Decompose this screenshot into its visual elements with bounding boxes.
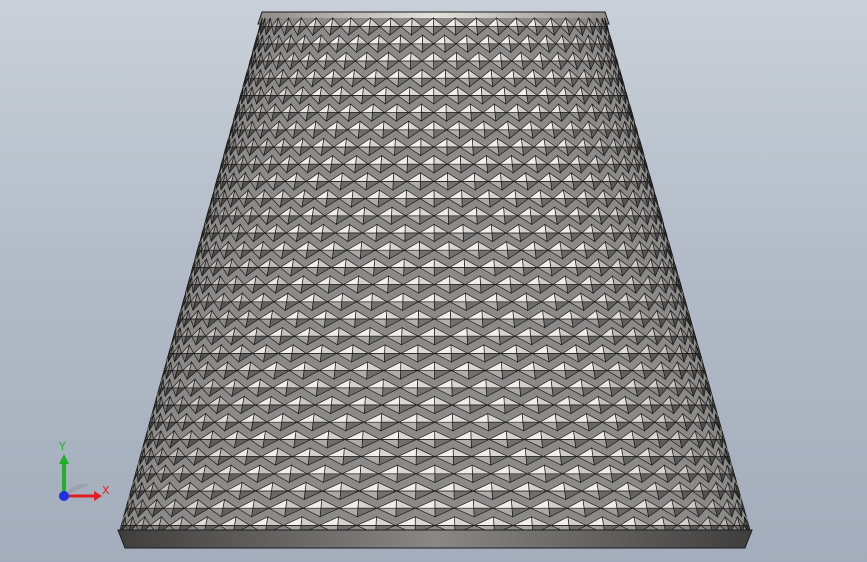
axis-y-label: Y: [59, 440, 66, 453]
graphics-viewport[interactable]: Y X: [0, 0, 867, 562]
model-frustum[interactable]: [0, 0, 867, 562]
axis-x-label: X: [102, 484, 110, 497]
coordinate-triad-icon: Y X: [48, 440, 118, 510]
knurled-surface: [118, 16, 752, 535]
bottom-band: [117, 529, 753, 549]
